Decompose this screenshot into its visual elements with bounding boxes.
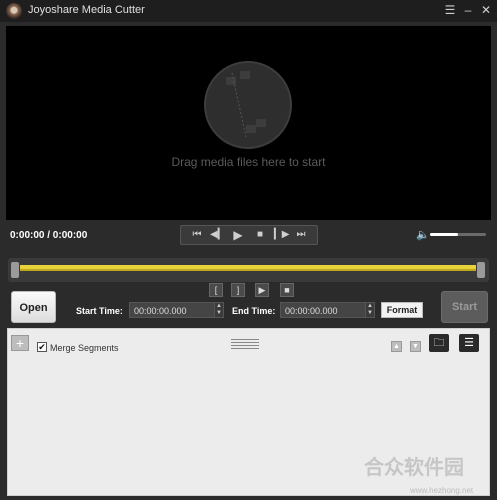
format-button[interactable]: Format xyxy=(381,302,423,318)
preview-segment-icon[interactable]: ▶ xyxy=(255,283,269,297)
mark-out-icon[interactable]: ] xyxy=(231,283,245,297)
start-button[interactable]: Start xyxy=(441,291,488,323)
stop-segment-icon[interactable]: ■ xyxy=(280,283,294,297)
watermark-text: 合众软件园 xyxy=(364,457,464,479)
step-back-icon[interactable]: ◀▎ xyxy=(210,228,225,242)
timeline-start-handle[interactable] xyxy=(11,262,19,278)
timeline-track[interactable] xyxy=(20,265,476,271)
output-folder-icon[interactable]: 🗀 xyxy=(429,334,449,352)
timecode-display: 0:00:00 / 0:00:00 xyxy=(10,230,88,241)
start-time-input[interactable]: 00:00:00.000 xyxy=(129,302,215,318)
start-time-stepper[interactable]: ▲ ▼ xyxy=(214,302,224,318)
open-button[interactable]: Open xyxy=(11,291,56,323)
close-icon[interactable]: ✕ xyxy=(478,2,494,18)
skip-forward-icon[interactable]: ⏭ xyxy=(294,228,308,242)
app-logo-icon xyxy=(6,3,22,19)
title-bar: Joyoshare Media Cutter ☰ – ✕ xyxy=(0,0,497,22)
skip-back-icon[interactable]: ⏮ xyxy=(190,228,204,242)
merge-segments-label: Merge Segments xyxy=(50,343,119,353)
film-reel-icon xyxy=(204,61,292,149)
timeline-end-handle[interactable] xyxy=(477,262,485,278)
move-down-icon[interactable]: ▼ xyxy=(410,341,421,352)
task-list-icon[interactable]: ☰ xyxy=(459,334,479,352)
drag-hint-text: Drag media files here to start xyxy=(171,155,326,169)
end-time-label: End Time: xyxy=(232,306,276,316)
minimize-icon[interactable]: – xyxy=(460,2,476,18)
end-time-stepper[interactable]: ▲ ▼ xyxy=(365,302,375,318)
add-segment-button[interactable]: + xyxy=(11,335,29,351)
preview-area[interactable]: Drag media files here to start xyxy=(6,26,491,220)
move-up-icon[interactable]: ▲ xyxy=(391,341,402,352)
volume-icon[interactable]: 🔈 xyxy=(416,228,430,241)
panel-resize-grip[interactable] xyxy=(231,339,259,349)
play-icon[interactable]: ▶ xyxy=(231,228,245,242)
menu-icon[interactable]: ☰ xyxy=(442,2,458,18)
start-time-label: Start Time: xyxy=(76,306,123,316)
end-time-input[interactable]: 00:00:00.000 xyxy=(280,302,366,318)
watermark-url: www.hezhong.net xyxy=(410,486,474,495)
merge-segments-checkbox[interactable]: ✔ xyxy=(37,342,47,352)
transport-controls: ⏮ ◀▎ ▶ ■ ▎▶ ⏭ xyxy=(180,225,318,245)
stop-icon[interactable]: ■ xyxy=(253,228,267,242)
window-title: Joyoshare Media Cutter xyxy=(28,4,145,16)
volume-level xyxy=(430,233,458,236)
mark-in-icon[interactable]: [ xyxy=(209,283,223,297)
step-forward-icon[interactable]: ▎▶ xyxy=(274,228,289,242)
